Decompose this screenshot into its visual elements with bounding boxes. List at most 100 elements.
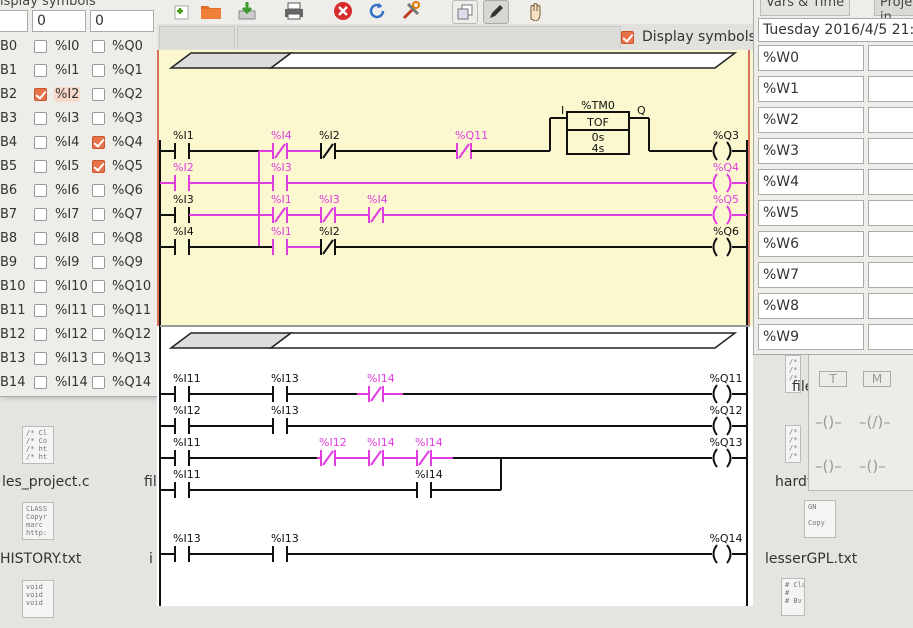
coil-left[interactable]: [712, 416, 718, 436]
file-label[interactable]: HISTORY.txt: [0, 551, 81, 567]
word-value-input[interactable]: [868, 200, 913, 226]
output-checkbox[interactable]: [92, 160, 105, 173]
monostable-tool-button[interactable]: M: [863, 371, 891, 387]
input-checkbox[interactable]: [34, 232, 47, 245]
config-button[interactable]: [399, 0, 423, 22]
input-label: %I6: [55, 183, 80, 198]
output-label: %Q12: [112, 327, 152, 342]
contact-label: %I11: [173, 372, 201, 385]
file-label[interactable]: i: [149, 551, 153, 567]
negated-coil-tool-icon[interactable]: –(/)–: [859, 413, 891, 431]
input-checkbox[interactable]: [34, 352, 47, 365]
word-value-input[interactable]: [868, 45, 913, 71]
bits-count-input[interactable]: [0, 10, 28, 32]
bit-label: B2: [0, 87, 18, 102]
rung-header[interactable]: [268, 52, 738, 69]
word-value-input[interactable]: [868, 324, 913, 350]
output-checkbox[interactable]: [92, 232, 105, 245]
coil-right[interactable]: [726, 416, 732, 436]
coil-left[interactable]: [712, 384, 718, 404]
contact-label: %I14: [415, 436, 443, 449]
stop-button[interactable]: [331, 0, 355, 22]
output-checkbox[interactable]: [92, 112, 105, 125]
file-label[interactable]: fil: [144, 474, 157, 490]
word-value-input[interactable]: [868, 262, 913, 288]
input-checkbox[interactable]: [34, 40, 47, 53]
coil-left[interactable]: [712, 448, 718, 468]
section-tab[interactable]: [159, 26, 235, 49]
display-symbols-checkbox[interactable]: [621, 31, 634, 44]
tab-vars-time[interactable]: Vars & Time: [760, 0, 851, 16]
output-checkbox[interactable]: [92, 208, 105, 221]
inputs-count-input[interactable]: 0: [32, 10, 86, 32]
desktop-file[interactable]: /* /* /* /*: [778, 425, 808, 467]
contact-label: %I1: [271, 225, 292, 238]
input-checkbox[interactable]: [34, 112, 47, 125]
output-checkbox[interactable]: [92, 184, 105, 197]
section-title-field[interactable]: [237, 26, 621, 49]
reset-button[interactable]: [365, 0, 389, 22]
input-checkbox[interactable]: [34, 304, 47, 317]
print-button[interactable]: [282, 0, 306, 22]
bit-row: B4 %I4 %Q4: [0, 132, 157, 156]
output-checkbox[interactable]: [92, 88, 105, 101]
input-checkbox[interactable]: [34, 280, 47, 293]
rung-header[interactable]: [268, 332, 738, 349]
desktop-file[interactable]: GN Copy: [790, 500, 850, 542]
coil-right[interactable]: [726, 384, 732, 404]
tab-project-info[interactable]: Project in: [874, 0, 913, 25]
word-value-input[interactable]: [868, 107, 913, 133]
file-label[interactable]: les_project.c: [2, 474, 90, 490]
file-label[interactable]: lesserGPL.txt: [765, 551, 857, 567]
input-checkbox[interactable]: [34, 136, 47, 149]
bit-row: B9 %I9 %Q9: [0, 252, 157, 276]
pointer-button[interactable]: [523, 0, 547, 22]
open-button[interactable]: [199, 0, 223, 22]
output-checkbox[interactable]: [92, 64, 105, 77]
bit-row: B10 %I10 %Q10: [0, 276, 157, 300]
desktop-file[interactable]: void void void: [8, 580, 68, 622]
input-checkbox[interactable]: [34, 64, 47, 77]
input-checkbox[interactable]: [34, 88, 47, 101]
input-checkbox[interactable]: [34, 208, 47, 221]
word-value-input[interactable]: [868, 231, 913, 257]
coil-tool-icon[interactable]: –()–: [815, 413, 842, 431]
coil-right[interactable]: [726, 448, 732, 468]
output-checkbox[interactable]: [92, 352, 105, 365]
output-checkbox[interactable]: [92, 256, 105, 269]
outputs-count-input[interactable]: 0: [90, 10, 154, 32]
output-checkbox[interactable]: [92, 280, 105, 293]
desktop-file[interactable]: /* Cl /* Co /* ht /* ht: [8, 426, 68, 468]
sections-button[interactable]: [452, 0, 478, 24]
input-checkbox[interactable]: [34, 256, 47, 269]
input-checkbox[interactable]: [34, 160, 47, 173]
output-checkbox[interactable]: [92, 376, 105, 389]
word-value-input[interactable]: [868, 76, 913, 102]
save-button[interactable]: [235, 0, 259, 22]
new-button[interactable]: [170, 0, 194, 22]
word-value-input[interactable]: [868, 293, 913, 319]
reset-coil-tool-icon[interactable]: –()–: [859, 457, 886, 475]
input-checkbox[interactable]: [34, 328, 47, 341]
timer-tool-button[interactable]: T: [819, 371, 847, 387]
coil-right[interactable]: [726, 544, 732, 564]
coil-left[interactable]: [712, 544, 718, 564]
word-value-input[interactable]: [868, 138, 913, 164]
word-value-input[interactable]: [868, 169, 913, 195]
output-checkbox[interactable]: [92, 136, 105, 149]
input-checkbox[interactable]: [34, 376, 47, 389]
input-checkbox[interactable]: [34, 184, 47, 197]
bit-label: B14: [0, 375, 26, 390]
output-checkbox[interactable]: [92, 328, 105, 341]
rung-section-1: [157, 50, 753, 326]
contact-label: %I2: [319, 129, 340, 142]
desktop-file[interactable]: # Cla # # Bv: [778, 578, 808, 620]
contact-label: %I14: [367, 436, 395, 449]
desktop-file[interactable]: CLASS Copyr marc http:: [8, 502, 68, 544]
output-checkbox[interactable]: [92, 304, 105, 317]
output-label: %Q14: [112, 375, 152, 390]
set-coil-tool-icon[interactable]: –()–: [815, 457, 842, 475]
edit-button[interactable]: [483, 0, 509, 24]
display-symbols-label: Display symbols: [642, 29, 756, 45]
output-checkbox[interactable]: [92, 40, 105, 53]
